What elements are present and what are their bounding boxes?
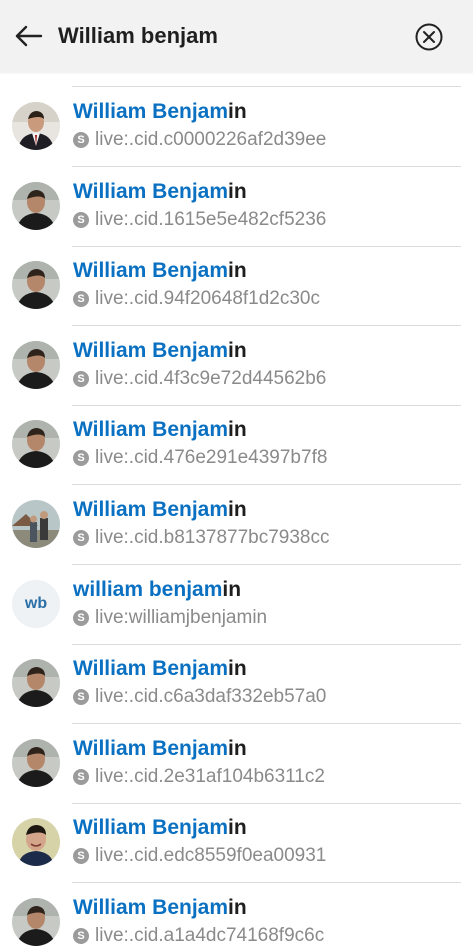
name-rest: in (228, 657, 247, 681)
name-match-highlight: William Benjam (73, 896, 229, 919)
name-rest: in (228, 736, 247, 760)
skype-icon: S (73, 370, 89, 387)
contact-name: William Benjamin (73, 895, 247, 921)
skype-icon: S (73, 928, 89, 944)
name-match-highlight: William Benjam (73, 100, 229, 123)
skype-id: live:williamjbenjamin (95, 606, 268, 628)
avatar: wb (12, 579, 60, 628)
arrow-left-icon[interactable] (12, 20, 46, 52)
name-rest: in (228, 816, 247, 840)
avatar (12, 500, 60, 548)
skype-icon: S (73, 211, 89, 228)
skype-icon: S (73, 450, 89, 467)
skype-id: live:.cid.c0000226af2d39ee (95, 129, 327, 150)
avatar (12, 181, 60, 230)
circle-x-icon[interactable] (414, 22, 444, 52)
contact-name: William Benjamin (73, 258, 247, 284)
name-match-highlight: william benjam (73, 577, 223, 601)
contact-row[interactable]: wb william benjamin Slive:williamjbenjamin (0, 565, 473, 645)
skype-icon: S (73, 689, 89, 706)
name-match-highlight: William Benjam (73, 816, 229, 840)
skype-id: live:.cid.94f20648f1d2c30c (95, 288, 320, 310)
avatar (12, 420, 60, 469)
contact-name: William Benjamin (73, 656, 247, 682)
skype-id: live:.cid.a1a4dc74168f9c6c (95, 925, 325, 946)
skype-icon: S (73, 768, 89, 785)
avatar (12, 818, 60, 867)
contact-name: william benjamin (73, 577, 241, 603)
contact-row[interactable]: William Benjamin Slive:.cid.a1a4dc74168f9… (0, 883, 473, 951)
contact-name: William Benjamin (73, 417, 247, 443)
contact-name: William Benjamin (73, 736, 247, 762)
name-rest: in (228, 896, 247, 919)
contact-name: William Benjamin (73, 338, 247, 364)
contact-row[interactable]: William Benjamin Slive:.cid.476e291e4397b… (0, 405, 473, 486)
contact-row[interactable]: William Benjamin Slive:.cid.2e31af104b631… (0, 724, 473, 804)
contact-name: William Benjamin (73, 179, 247, 205)
avatar (12, 102, 60, 150)
skype-id: live:.cid.c6a3daf332eb57a0 (95, 686, 327, 708)
name-match-highlight: William Benjam (73, 657, 229, 681)
avatar (12, 898, 60, 946)
avatar (12, 340, 60, 389)
skype-id: live:.cid.4f3c9e72d44562b6 (95, 367, 327, 389)
skype-id: live:.cid.edc8559f0ea00931 (95, 845, 327, 867)
contact-row[interactable]: William Benjamin Slive:.cid.c0000226af2d3… (0, 87, 473, 167)
skype-id: live:.cid.2e31af104b6311c2 (95, 765, 325, 787)
avatar (12, 261, 60, 310)
name-match-highlight: William Benjam (73, 736, 229, 760)
contact-name: William Benjamin (73, 497, 247, 523)
skype-icon: S (73, 291, 89, 308)
name-match-highlight: William Benjam (73, 418, 229, 442)
contact-row[interactable]: William Benjamin Slive:.cid.94f20648f1d2c… (0, 246, 473, 327)
contact-row[interactable]: William Benjamin Slive:.cid.edc8559f0ea00… (0, 803, 473, 884)
avatar (12, 659, 60, 708)
skype-icon: S (73, 609, 89, 626)
skype-id: live:.cid.b8137877bc7938cc (95, 527, 330, 548)
avatar-initials: wb (12, 579, 60, 628)
name-rest: in (228, 338, 247, 362)
name-match-highlight: William Benjam (73, 259, 229, 283)
contact-row[interactable]: William Benjamin Slive:.cid.c6a3daf332eb5… (0, 644, 473, 725)
search-header: William benjam (0, 0, 473, 72)
name-rest: in (228, 418, 247, 442)
name-rest: in (228, 498, 247, 521)
contact-row[interactable]: William Benjamin Slive:.cid.b8137877bc793… (0, 485, 473, 565)
search-input[interactable]: William benjam (58, 21, 218, 51)
skype-id: live:.cid.1615e5e482cf5236 (95, 208, 327, 230)
avatar (12, 738, 60, 787)
name-match-highlight: William Benjam (73, 179, 229, 203)
contact-row[interactable]: William Benjamin Slive:.cid.4f3c9e72d4456… (0, 326, 473, 406)
name-rest: in (228, 179, 247, 203)
contact-name: William Benjamin (73, 99, 247, 125)
name-rest: in (222, 577, 242, 601)
skype-icon: S (73, 848, 89, 865)
name-match-highlight: William Benjam (73, 338, 229, 362)
contact-name: William Benjamin (73, 815, 247, 841)
skype-icon: S (73, 132, 89, 148)
skype-icon: S (73, 530, 89, 546)
name-match-highlight: William Benjam (73, 498, 229, 521)
name-rest: in (228, 100, 247, 123)
results-list[interactable]: William Benjamin Slive:.cid.c0000226af2d3… (0, 72, 473, 951)
skype-id: live:.cid.476e291e4397b7f8 (95, 447, 328, 469)
contact-row[interactable]: William Benjamin Slive:.cid.1615e5e482cf5… (0, 167, 473, 247)
name-rest: in (228, 259, 247, 283)
